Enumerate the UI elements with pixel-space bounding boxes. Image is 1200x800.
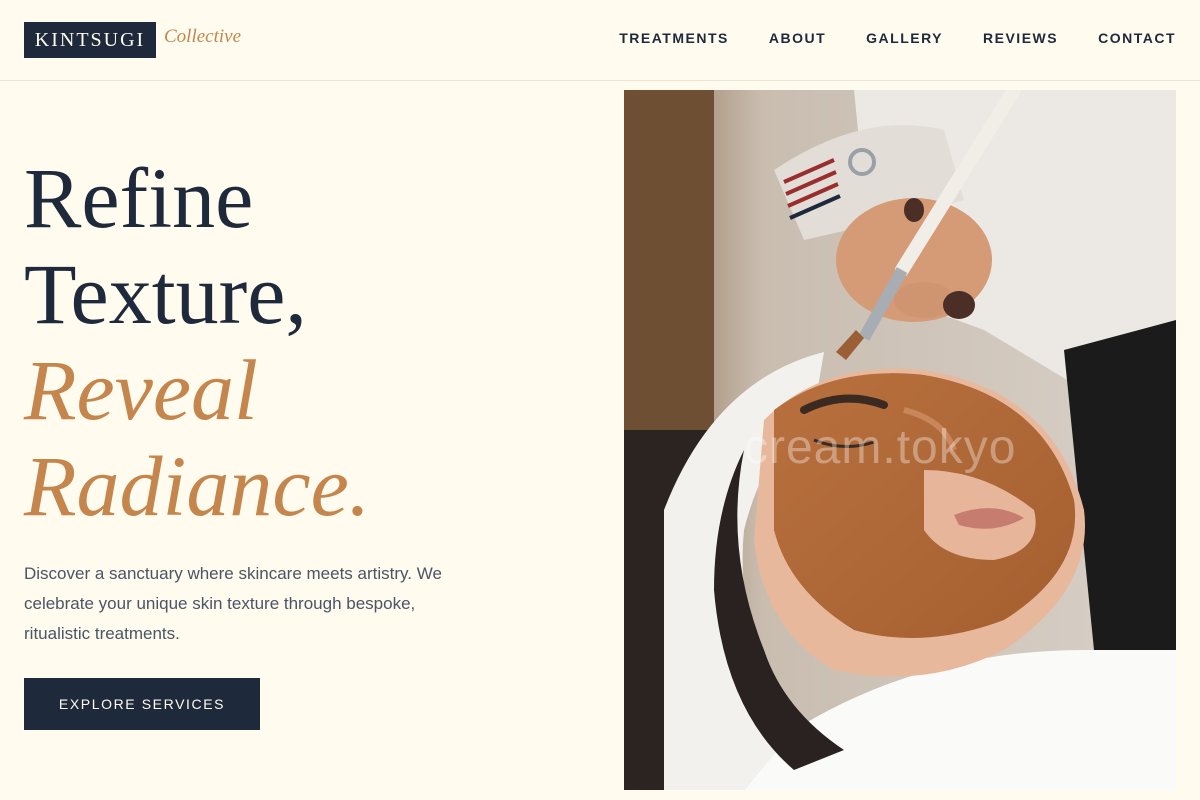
headline-line-3: Reveal — [24, 342, 258, 438]
headline-line-1: Refine — [24, 150, 254, 246]
explore-services-button[interactable]: EXPLORE SERVICES — [24, 678, 260, 730]
site-header: KINTSUGI Collective TREATMENTS ABOUT GAL… — [0, 0, 1200, 81]
nav-item-treatments[interactable]: TREATMENTS — [619, 30, 729, 46]
image-watermark: cream.tokyo — [744, 421, 1017, 474]
hero-description: Discover a sanctuary where skincare meet… — [24, 564, 442, 643]
hero-headline: Refine Texture, Reveal Radiance. — [24, 150, 370, 534]
brand-tagline: Collective — [164, 26, 242, 47]
nav-item-gallery[interactable]: GALLERY — [866, 30, 943, 46]
headline-line-2: Texture, — [24, 246, 307, 342]
hero-image: cream.tokyo — [624, 90, 1176, 790]
nav-item-contact[interactable]: CONTACT — [1098, 30, 1176, 46]
nav-item-reviews[interactable]: REVIEWS — [983, 30, 1058, 46]
headline-line-4: Radiance. — [24, 438, 371, 534]
main-nav: TREATMENTS ABOUT GALLERY REVIEWS CONTACT — [619, 30, 1176, 46]
brand-logo[interactable]: KINTSUGI — [24, 22, 156, 58]
nav-item-about[interactable]: ABOUT — [769, 30, 826, 46]
brand-name: KINTSUGI — [34, 28, 146, 51]
